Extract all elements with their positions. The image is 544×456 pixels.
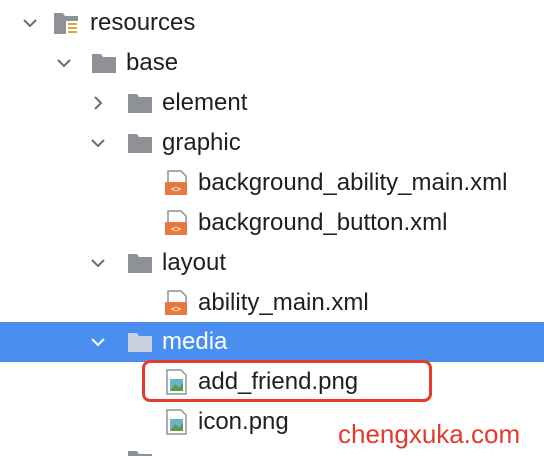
tree-item-label: media <box>162 328 228 355</box>
tree-item-label: element <box>162 89 248 116</box>
tree-item-label: base <box>126 49 179 76</box>
folder-icon <box>128 254 152 273</box>
tree-item-ability-main-xml[interactable]: <> ability_main.xml <box>0 283 544 323</box>
xml-file-icon: <> <box>165 170 187 195</box>
highlight-annotation-box <box>142 360 432 402</box>
tree-item-resources[interactable]: resources <box>0 3 544 43</box>
tree-item-label: ability_main.xml <box>198 289 369 316</box>
chevron-down-icon[interactable] <box>88 253 108 273</box>
tree-item-label: background_ability_main.xml <box>198 169 508 196</box>
tree-item-base[interactable]: base <box>0 43 544 83</box>
folder-icon <box>92 54 116 73</box>
chevron-right-icon[interactable] <box>88 93 108 113</box>
tree-item-background-button-xml[interactable]: <> background_button.xml <box>0 203 544 243</box>
resources-folder-icon <box>54 13 78 35</box>
xml-file-icon: <> <box>165 290 187 315</box>
chevron-down-icon[interactable] <box>88 332 108 352</box>
tree-item-label: icon.png <box>198 408 289 435</box>
svg-text:<>: <> <box>171 225 182 235</box>
folder-icon <box>128 451 152 456</box>
xml-file-icon: <> <box>165 210 187 235</box>
tree-item-element[interactable]: element <box>0 83 544 123</box>
tree-item-media[interactable]: media <box>0 322 544 362</box>
svg-text:<>: <> <box>171 185 182 195</box>
tree-item-label: background_button.xml <box>198 209 448 236</box>
watermark: chengxuka.com <box>338 419 521 449</box>
chevron-down-icon[interactable] <box>88 133 108 153</box>
svg-text:<>: <> <box>171 305 182 315</box>
folder-icon <box>128 134 152 153</box>
tree-item-background-ability-main-xml[interactable]: <> background_ability_main.xml <box>0 163 544 203</box>
tree-item-layout[interactable]: layout <box>0 243 544 283</box>
folder-icon <box>128 94 152 113</box>
tree-item-graphic[interactable]: graphic <box>0 123 544 163</box>
image-file-icon <box>166 409 187 435</box>
chevron-down-icon[interactable] <box>20 13 40 33</box>
tree-item-label: graphic <box>162 129 241 156</box>
folder-icon <box>128 333 152 352</box>
tree-item-label: layout <box>162 249 227 276</box>
chevron-down-icon[interactable] <box>54 53 74 73</box>
tree-item-label: resources <box>90 9 196 36</box>
